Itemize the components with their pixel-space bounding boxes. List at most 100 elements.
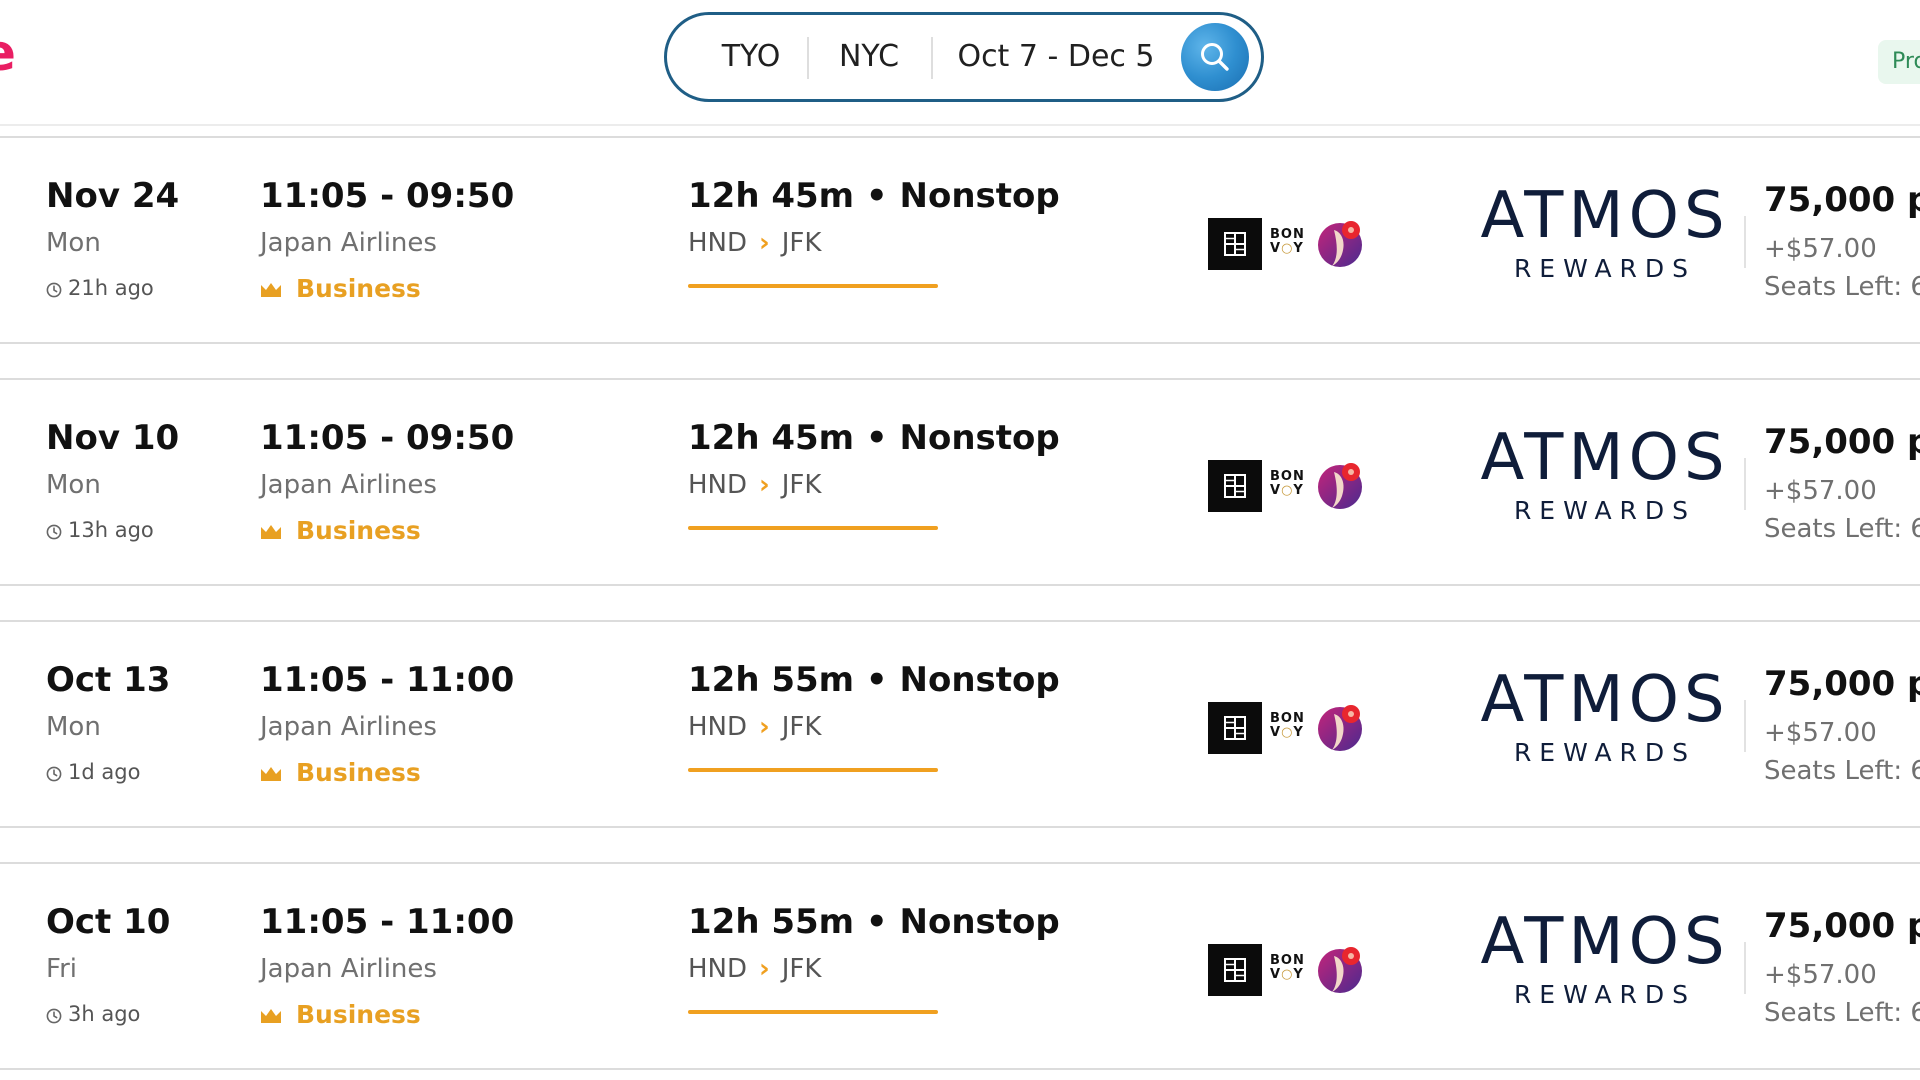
flight-duration: 12h 45m • Nonstop bbox=[688, 418, 1060, 458]
crown-icon bbox=[261, 283, 281, 297]
flight-result-row[interactable]: Oct 10 Fri 3h ago 11:05 - 11:00 Japan Ai… bbox=[0, 862, 1920, 1070]
chevron-right-icon: › bbox=[759, 228, 770, 258]
taxes-fees: +$57.00 bbox=[1764, 234, 1877, 264]
last-seen: 3h ago bbox=[46, 1002, 140, 1027]
rewards-program-logo: ATMOS REWARDS bbox=[1480, 426, 1730, 523]
flight-weekday: Mon bbox=[46, 712, 101, 742]
clock-icon bbox=[46, 524, 62, 540]
destination-airport: JFK bbox=[781, 954, 822, 984]
points-price: 75,000 pts bbox=[1764, 422, 1920, 462]
last-seen: 1d ago bbox=[46, 760, 140, 785]
last-seen-text: 1d ago bbox=[68, 760, 141, 784]
page: e TYO NYC Oct 7 - Dec 5 Pro Nov 24 Mon bbox=[0, 0, 1920, 1080]
last-seen: 13h ago bbox=[46, 518, 154, 543]
flight-duration: 12h 55m • Nonstop bbox=[688, 902, 1060, 942]
flight-times: 11:05 - 11:00 bbox=[260, 902, 515, 942]
program-title: ATMOS bbox=[1480, 179, 1730, 253]
flight-result-row[interactable]: Oct 13 Mon 1d ago 11:05 - 11:00 Japan Ai… bbox=[0, 620, 1920, 828]
points-price: 75,000 pts bbox=[1764, 906, 1920, 946]
destination-airport: JFK bbox=[781, 228, 822, 258]
hawaiian-airlines-logo-icon bbox=[1318, 705, 1362, 751]
flight-date: Nov 10 bbox=[46, 418, 180, 458]
program-title: ATMOS bbox=[1480, 421, 1730, 495]
program-subtitle: REWARDS bbox=[1513, 980, 1697, 1009]
clock-icon bbox=[46, 282, 62, 298]
flight-duration: 12h 45m • Nonstop bbox=[688, 176, 1060, 216]
header: e TYO NYC Oct 7 - Dec 5 Pro bbox=[0, 0, 1920, 126]
clock-icon bbox=[46, 1008, 62, 1024]
origin-airport: HND bbox=[688, 954, 748, 984]
pro-badge[interactable]: Pro bbox=[1878, 40, 1920, 84]
cabin-class: Business bbox=[260, 274, 421, 304]
bonvoy-logo-icon: BON V○Y bbox=[1270, 469, 1305, 498]
last-seen-text: 21h ago bbox=[68, 276, 154, 300]
search-icon bbox=[1201, 43, 1229, 71]
flight-weekday: Mon bbox=[46, 228, 101, 258]
flight-result-row[interactable]: Nov 24 Mon 21h ago 11:05 - 09:50 Japan A… bbox=[0, 136, 1920, 344]
cabin-class-text: Business bbox=[296, 274, 421, 303]
hawaiian-airlines-logo-icon bbox=[1318, 947, 1362, 993]
flight-times: 11:05 - 11:00 bbox=[260, 660, 515, 700]
points-price: 75,000 pts bbox=[1764, 664, 1920, 704]
flight-date: Oct 10 bbox=[46, 902, 171, 942]
bonvoy-logo-icon: BON V○Y bbox=[1270, 227, 1305, 256]
rewards-program-logo: ATMOS REWARDS bbox=[1480, 910, 1730, 1007]
marriott-logo-icon bbox=[1208, 218, 1262, 270]
crown-icon bbox=[261, 1009, 281, 1023]
flight-route: HND › JFK bbox=[688, 470, 821, 501]
flight-date: Nov 24 bbox=[46, 176, 180, 216]
search-bar[interactable]: TYO NYC Oct 7 - Dec 5 bbox=[664, 12, 1264, 102]
price-divider bbox=[1744, 942, 1746, 994]
crown-icon bbox=[261, 525, 281, 539]
search-origin[interactable]: TYO bbox=[667, 15, 807, 99]
program-subtitle: REWARDS bbox=[1513, 738, 1697, 767]
cabin-class-text: Business bbox=[296, 1000, 421, 1029]
last-seen-text: 13h ago bbox=[68, 518, 154, 542]
partner-logos: BON V○Y bbox=[1208, 942, 1368, 998]
hawaiian-airlines-logo-icon bbox=[1318, 463, 1362, 509]
cabin-class: Business bbox=[260, 516, 421, 546]
seats-left: Seats Left: 6 bbox=[1764, 514, 1920, 544]
chevron-right-icon: › bbox=[759, 712, 770, 742]
flight-route: HND › JFK bbox=[688, 712, 821, 743]
origin-airport: HND bbox=[688, 470, 748, 500]
marriott-logo-icon bbox=[1208, 460, 1262, 512]
airline-name: Japan Airlines bbox=[260, 954, 437, 984]
flight-times: 11:05 - 09:50 bbox=[260, 418, 515, 458]
route-progress-bar bbox=[688, 1010, 938, 1014]
flight-duration: 12h 55m • Nonstop bbox=[688, 660, 1060, 700]
route-progress-bar bbox=[688, 284, 938, 288]
bonvoy-logo-icon: BON V○Y bbox=[1270, 953, 1305, 982]
partner-logos: BON V○Y bbox=[1208, 458, 1368, 514]
route-progress-bar bbox=[688, 768, 938, 772]
bonvoy-logo-icon: BON V○Y bbox=[1270, 711, 1305, 740]
rewards-program-logo: ATMOS REWARDS bbox=[1480, 668, 1730, 765]
search-button[interactable] bbox=[1181, 23, 1249, 91]
price-divider bbox=[1744, 700, 1746, 752]
price-divider bbox=[1744, 458, 1746, 510]
marriott-logo-icon bbox=[1208, 944, 1262, 996]
flight-weekday: Mon bbox=[46, 470, 101, 500]
partner-logos: BON V○Y bbox=[1208, 216, 1368, 272]
flight-result-row[interactable]: Nov 10 Mon 13h ago 11:05 - 09:50 Japan A… bbox=[0, 378, 1920, 586]
cabin-class-text: Business bbox=[296, 516, 421, 545]
last-seen-text: 3h ago bbox=[68, 1002, 141, 1026]
program-subtitle: REWARDS bbox=[1513, 254, 1697, 283]
brand-logo[interactable]: e bbox=[0, 28, 16, 78]
search-dates[interactable]: Oct 7 - Dec 5 bbox=[931, 15, 1181, 99]
crown-icon bbox=[261, 767, 281, 781]
search-destination[interactable]: NYC bbox=[807, 15, 931, 99]
rewards-program-logo: ATMOS REWARDS bbox=[1480, 184, 1730, 281]
airline-name: Japan Airlines bbox=[260, 712, 437, 742]
marriott-logo-icon bbox=[1208, 702, 1262, 754]
hawaiian-airlines-logo-icon bbox=[1318, 221, 1362, 267]
taxes-fees: +$57.00 bbox=[1764, 718, 1877, 748]
airline-name: Japan Airlines bbox=[260, 470, 437, 500]
flight-route: HND › JFK bbox=[688, 228, 821, 259]
route-progress-bar bbox=[688, 526, 938, 530]
clock-icon bbox=[46, 766, 62, 782]
seats-left: Seats Left: 6 bbox=[1764, 272, 1920, 302]
program-subtitle: REWARDS bbox=[1513, 496, 1697, 525]
taxes-fees: +$57.00 bbox=[1764, 960, 1877, 990]
seats-left: Seats Left: 6 bbox=[1764, 998, 1920, 1028]
